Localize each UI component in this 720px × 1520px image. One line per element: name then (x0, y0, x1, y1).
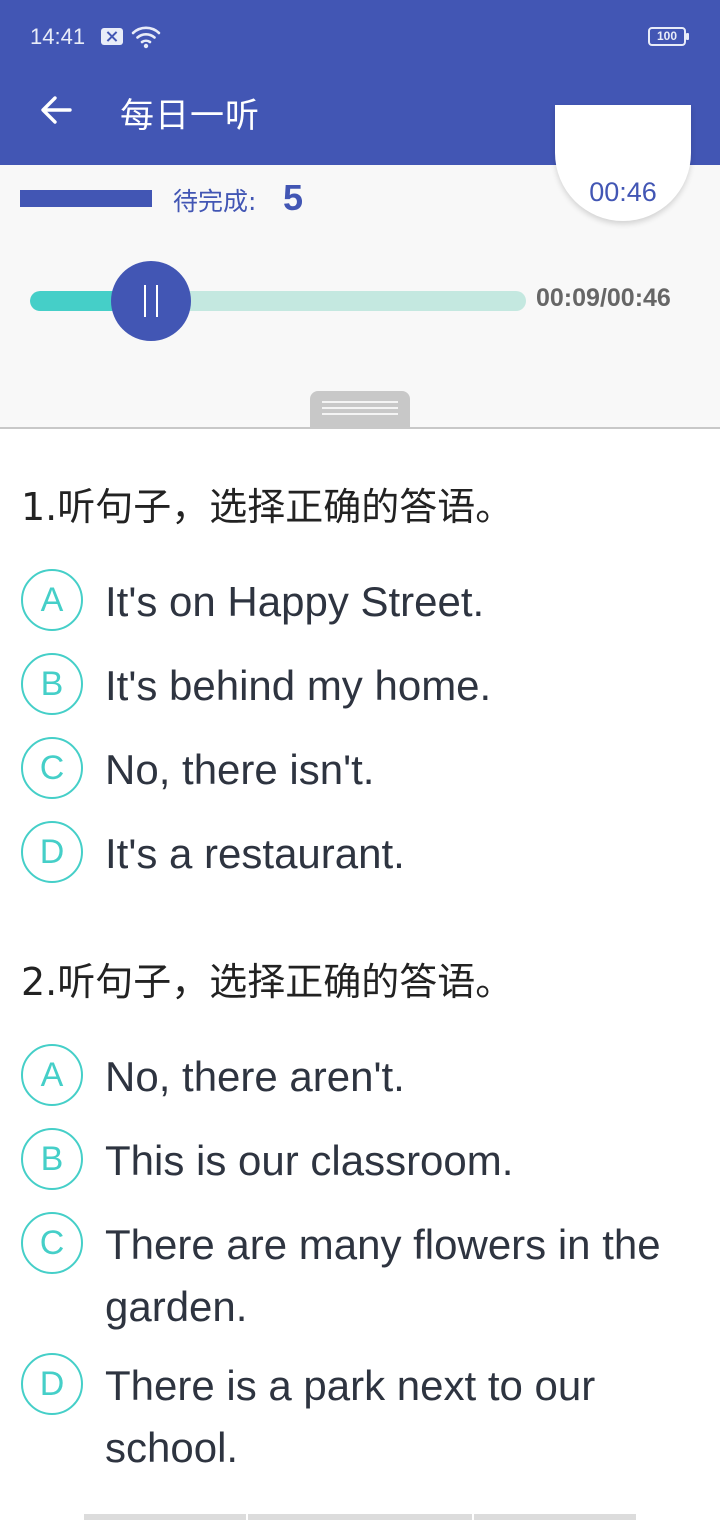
sim-error-icon (101, 28, 123, 45)
option-letter[interactable]: C (21, 1212, 83, 1274)
countdown-timer: 00:46 (555, 105, 691, 221)
option-letter[interactable]: D (21, 821, 83, 883)
option-letter[interactable]: B (21, 653, 83, 715)
drag-line (322, 401, 398, 403)
option-letter[interactable]: A (21, 1044, 83, 1106)
page-title: 每日一听 (120, 96, 260, 136)
status-bar: 14:41 100 (0, 0, 720, 72)
option-text[interactable]: It's on Happy Street. (105, 571, 701, 633)
pause-button[interactable] (111, 261, 191, 341)
option-text[interactable]: There are many flowers in the garden. (105, 1214, 701, 1338)
question-title: 1.听句子，选择正确的答语。 (21, 485, 514, 529)
option-text[interactable]: This is our classroom. (105, 1130, 701, 1192)
pending-count: 5 (283, 177, 304, 218)
drag-line (322, 407, 398, 409)
option-letter[interactable]: D (21, 1353, 83, 1415)
bottom-tab[interactable] (84, 1514, 246, 1520)
bottom-tab[interactable] (474, 1514, 636, 1520)
audio-progress-track[interactable] (30, 291, 526, 311)
option-text[interactable]: No, there isn't. (105, 739, 701, 801)
option-text[interactable]: It's a restaurant. (105, 823, 701, 885)
pending-indicator-bar (20, 190, 152, 207)
audio-player: 待完成: 5 00:46 00:09/00:46 (0, 105, 720, 427)
status-time: 14:41 (30, 24, 86, 49)
drag-line (322, 413, 398, 415)
option-text[interactable]: It's behind my home. (105, 655, 701, 717)
option-letter[interactable]: B (21, 1128, 83, 1190)
bottom-tab[interactable] (248, 1514, 472, 1520)
divider (0, 427, 720, 429)
option-text[interactable]: There is a park next to our school. (105, 1355, 701, 1479)
battery-icon: 100 (648, 27, 689, 46)
option-text[interactable]: No, there aren't. (105, 1046, 701, 1108)
playback-time: 00:09/00:46 (536, 284, 671, 312)
wifi-icon (131, 26, 161, 49)
option-letter[interactable]: A (21, 569, 83, 631)
question-title: 2.听句子，选择正确的答语。 (21, 960, 514, 1004)
pending-label: 待完成: (173, 187, 257, 216)
timer-text: 00:46 (589, 177, 657, 207)
panel-drag-handle[interactable] (310, 391, 410, 427)
arrow-back-icon[interactable] (36, 90, 76, 130)
option-letter[interactable]: C (21, 737, 83, 799)
